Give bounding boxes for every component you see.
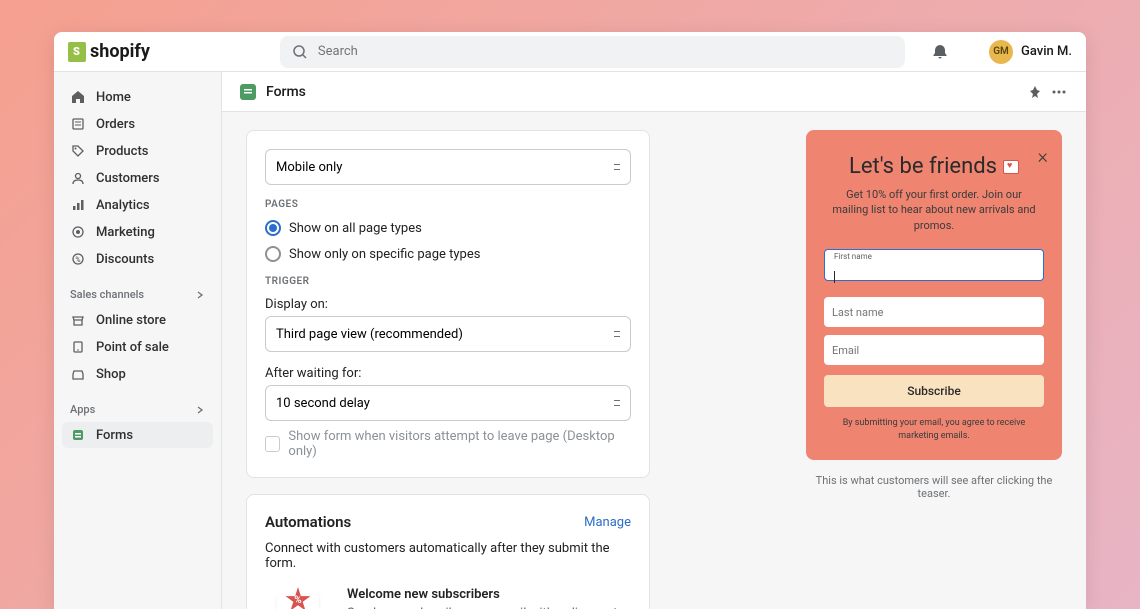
products-icon: [70, 143, 86, 159]
left-column: Mobile only PAGES Show on all page types…: [246, 130, 650, 609]
form-preview-card: × Let's be friends Get 10% off your firs…: [806, 130, 1062, 460]
pages-radio-specific[interactable]: Show only on specific page types: [265, 246, 631, 262]
forms-app-icon: [240, 84, 256, 100]
right-column: × Let's be friends Get 10% off your firs…: [806, 130, 1062, 500]
nav-online-store[interactable]: Online store: [62, 307, 213, 333]
pin-icon[interactable]: [1028, 85, 1042, 99]
welcome-desc: Send new subscribers an email with a dis…: [347, 605, 631, 609]
pos-icon: [70, 339, 86, 355]
automations-title: Automations: [265, 513, 351, 531]
email-input[interactable]: [824, 335, 1044, 365]
customers-icon: [70, 170, 86, 186]
analytics-icon: [70, 197, 86, 213]
chevron-right-icon: [195, 405, 205, 415]
heart-card-icon: [1003, 160, 1019, 174]
automations-subtitle: Connect with customers automatically aft…: [265, 541, 631, 571]
content-header: Forms: [222, 72, 1086, 112]
header-actions: [1028, 85, 1068, 99]
search-wrap: [280, 36, 905, 68]
avatar[interactable]: GM: [989, 40, 1013, 64]
manage-link[interactable]: Manage: [584, 515, 631, 530]
search-icon: [292, 44, 308, 60]
pages-radio-all[interactable]: Show on all page types: [265, 220, 631, 236]
content: Forms Mobile only PAGES Show on all page…: [222, 72, 1086, 609]
preview-caption: This is what customers will see after cl…: [806, 474, 1062, 500]
more-icon[interactable]: [1050, 85, 1068, 99]
logo[interactable]: shopify: [68, 41, 150, 62]
automation-row: Welcome new subscribers Send new subscri…: [265, 587, 631, 609]
marketing-icon: [70, 224, 86, 240]
notification-bell-icon[interactable]: [931, 43, 949, 61]
preview-title: Let's be friends: [824, 154, 1044, 179]
chevron-right-icon: [195, 290, 205, 300]
app-window: shopify GM Gavin M. Home Orders Products…: [54, 32, 1086, 609]
search-input[interactable]: [280, 36, 905, 68]
nav-shop[interactable]: Shop: [62, 361, 213, 387]
username[interactable]: Gavin M.: [1021, 44, 1072, 59]
text-cursor: [834, 271, 835, 283]
display-on-label: Display on:: [265, 297, 631, 312]
after-waiting-select[interactable]: 10 second delay: [265, 385, 631, 421]
radio-icon: [265, 220, 281, 236]
forms-icon: [70, 427, 86, 443]
nav-products[interactable]: Products: [62, 138, 213, 164]
radio-icon: [265, 246, 281, 262]
scroll-area[interactable]: Mobile only PAGES Show on all page types…: [222, 112, 1086, 609]
home-icon: [70, 89, 86, 105]
shop-icon: [70, 366, 86, 382]
main-body: Home Orders Products Customers Analytics…: [54, 72, 1086, 609]
topbar: shopify GM Gavin M.: [54, 32, 1086, 72]
display-settings-card: Mobile only PAGES Show on all page types…: [246, 130, 650, 478]
apps-section[interactable]: Apps: [62, 397, 213, 422]
after-waiting-label: After waiting for:: [265, 366, 631, 381]
sales-channels-section[interactable]: Sales channels: [62, 282, 213, 307]
nav-home[interactable]: Home: [62, 84, 213, 110]
page-title: Forms: [266, 84, 306, 100]
preview-disclaimer: By submitting your email, you agree to r…: [824, 417, 1044, 442]
discounts-icon: %: [70, 251, 86, 267]
nav-pos[interactable]: Point of sale: [62, 334, 213, 360]
welcome-title: Welcome new subscribers: [347, 587, 631, 602]
nav-forms[interactable]: Forms: [62, 422, 213, 448]
shopify-bag-icon: [68, 42, 86, 62]
preview-desc: Get 10% off your first order. Join our m…: [824, 187, 1044, 233]
nav-marketing[interactable]: Marketing: [62, 219, 213, 245]
close-icon[interactable]: ×: [1038, 144, 1048, 168]
svg-text:%: %: [75, 256, 80, 264]
first-name-field-wrap: First name: [824, 249, 1044, 289]
nav-analytics[interactable]: Analytics: [62, 192, 213, 218]
automations-card: Automations Manage Connect with customer…: [246, 494, 650, 609]
nav-orders[interactable]: Orders: [62, 111, 213, 137]
orders-icon: [70, 116, 86, 132]
nav-discounts[interactable]: %Discounts: [62, 246, 213, 272]
last-name-input[interactable]: [824, 297, 1044, 327]
pages-label: PAGES: [265, 199, 631, 210]
trigger-label: TRIGGER: [265, 276, 631, 287]
nav-customers[interactable]: Customers: [62, 165, 213, 191]
display-on-select[interactable]: Third page view (recommended): [265, 316, 631, 352]
checkbox-icon: [265, 436, 280, 452]
subscribe-button[interactable]: Subscribe: [824, 375, 1044, 407]
envelope-icon: [265, 587, 331, 609]
sidebar: Home Orders Products Customers Analytics…: [54, 72, 222, 609]
device-select[interactable]: Mobile only: [265, 149, 631, 185]
store-icon: [70, 312, 86, 328]
exit-intent-checkbox-row[interactable]: Show form when visitors attempt to leave…: [265, 429, 631, 459]
brand-name: shopify: [90, 41, 150, 62]
